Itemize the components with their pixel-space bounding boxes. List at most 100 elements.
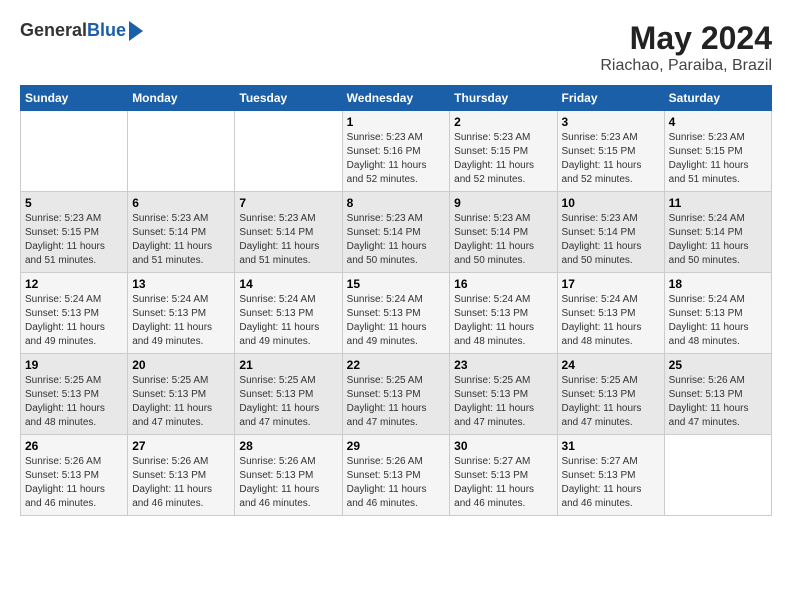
- calendar-week-row: 1 Sunrise: 5:23 AMSunset: 5:16 PMDaylight…: [21, 111, 772, 192]
- calendar-cell: 1 Sunrise: 5:23 AMSunset: 5:16 PMDaylight…: [342, 111, 450, 192]
- header-tuesday: Tuesday: [235, 86, 342, 111]
- day-number: 31: [562, 439, 660, 453]
- header-friday: Friday: [557, 86, 664, 111]
- day-info: Sunrise: 5:24 AMSunset: 5:13 PMDaylight:…: [25, 293, 123, 349]
- calendar-cell: 17 Sunrise: 5:24 AMSunset: 5:13 PMDayligh…: [557, 273, 664, 354]
- logo-general: General: [20, 20, 87, 41]
- day-number: 17: [562, 277, 660, 291]
- calendar-table: Sunday Monday Tuesday Wednesday Thursday…: [20, 85, 772, 516]
- day-number: 30: [454, 439, 552, 453]
- day-info: Sunrise: 5:24 AMSunset: 5:13 PMDaylight:…: [454, 293, 552, 349]
- calendar-cell: 18 Sunrise: 5:24 AMSunset: 5:13 PMDayligh…: [664, 273, 771, 354]
- day-info: Sunrise: 5:23 AMSunset: 5:14 PMDaylight:…: [239, 212, 337, 268]
- day-number: 11: [669, 196, 767, 210]
- day-info: Sunrise: 5:24 AMSunset: 5:13 PMDaylight:…: [562, 293, 660, 349]
- day-number: 8: [347, 196, 446, 210]
- day-number: 24: [562, 358, 660, 372]
- calendar-cell: 29Sunrise: 5:26 AMSunset: 5:13 PMDayligh…: [342, 435, 450, 516]
- day-info: Sunrise: 5:25 AMSunset: 5:13 PMDaylight:…: [454, 374, 552, 430]
- calendar-cell: 20 Sunrise: 5:25 AMSunset: 5:13 PMDayligh…: [128, 354, 235, 435]
- day-number: 9: [454, 196, 552, 210]
- day-number: 6: [132, 196, 230, 210]
- day-number: 25: [669, 358, 767, 372]
- calendar-cell: 13 Sunrise: 5:24 AMSunset: 5:13 PMDayligh…: [128, 273, 235, 354]
- day-number: 15: [347, 277, 446, 291]
- day-info: Sunrise: 5:24 AMSunset: 5:13 PMDaylight:…: [669, 293, 767, 349]
- day-number: 29: [347, 439, 446, 453]
- day-info: Sunrise: 5:27 AMSunset: 5:13 PMDaylight:…: [562, 455, 660, 511]
- day-info: Sunrise: 5:24 AMSunset: 5:13 PMDaylight:…: [132, 293, 230, 349]
- calendar-cell: 26 Sunrise: 5:26 AMSunset: 5:13 PMDayligh…: [21, 435, 128, 516]
- header-wednesday: Wednesday: [342, 86, 450, 111]
- day-number: 26: [25, 439, 123, 453]
- day-number: 1: [347, 115, 446, 129]
- day-number: 14: [239, 277, 337, 291]
- day-info: Sunrise: 5:23 AMSunset: 5:15 PMDaylight:…: [25, 212, 123, 268]
- calendar-cell: 2Sunrise: 5:23 AMSunset: 5:15 PMDaylight…: [450, 111, 557, 192]
- header-sunday: Sunday: [21, 86, 128, 111]
- calendar-week-row: 5Sunrise: 5:23 AMSunset: 5:15 PMDaylight…: [21, 192, 772, 273]
- calendar-cell: 5Sunrise: 5:23 AMSunset: 5:15 PMDaylight…: [21, 192, 128, 273]
- calendar-cell: [235, 111, 342, 192]
- calendar-cell: 8Sunrise: 5:23 AMSunset: 5:14 PMDaylight…: [342, 192, 450, 273]
- day-number: 4: [669, 115, 767, 129]
- day-info: Sunrise: 5:26 AMSunset: 5:13 PMDaylight:…: [669, 374, 767, 430]
- day-number: 21: [239, 358, 337, 372]
- header-saturday: Saturday: [664, 86, 771, 111]
- day-number: 16: [454, 277, 552, 291]
- calendar-week-row: 19 Sunrise: 5:25 AMSunset: 5:13 PMDayligh…: [21, 354, 772, 435]
- day-number: 12: [25, 277, 123, 291]
- day-info: Sunrise: 5:23 AMSunset: 5:14 PMDaylight:…: [132, 212, 230, 268]
- calendar-cell: 25 Sunrise: 5:26 AMSunset: 5:13 PMDayligh…: [664, 354, 771, 435]
- calendar-cell: 9 Sunrise: 5:23 AMSunset: 5:14 PMDaylight…: [450, 192, 557, 273]
- location-subtitle: Riachao, Paraiba, Brazil: [600, 57, 772, 75]
- calendar-cell: 6 Sunrise: 5:23 AMSunset: 5:14 PMDaylight…: [128, 192, 235, 273]
- calendar-cell: 30 Sunrise: 5:27 AMSunset: 5:13 PMDayligh…: [450, 435, 557, 516]
- day-number: 7: [239, 196, 337, 210]
- calendar-cell: [21, 111, 128, 192]
- day-info: Sunrise: 5:26 AMSunset: 5:13 PMDaylight:…: [132, 455, 230, 511]
- calendar-cell: 22Sunrise: 5:25 AMSunset: 5:13 PMDayligh…: [342, 354, 450, 435]
- day-number: 2: [454, 115, 552, 129]
- day-number: 13: [132, 277, 230, 291]
- calendar-cell: 4Sunrise: 5:23 AMSunset: 5:15 PMDaylight…: [664, 111, 771, 192]
- day-number: 19: [25, 358, 123, 372]
- calendar-cell: 10Sunrise: 5:23 AMSunset: 5:14 PMDayligh…: [557, 192, 664, 273]
- day-info: Sunrise: 5:23 AMSunset: 5:15 PMDaylight:…: [562, 131, 660, 187]
- logo-arrow-icon: [129, 21, 143, 41]
- day-info: Sunrise: 5:23 AMSunset: 5:14 PMDaylight:…: [454, 212, 552, 268]
- page-container: General Blue May 2024 Riachao, Paraiba, …: [0, 0, 792, 526]
- calendar-cell: 3Sunrise: 5:23 AMSunset: 5:15 PMDaylight…: [557, 111, 664, 192]
- calendar-cell: 27 Sunrise: 5:26 AMSunset: 5:13 PMDayligh…: [128, 435, 235, 516]
- header-thursday: Thursday: [450, 86, 557, 111]
- header: General Blue May 2024 Riachao, Paraiba, …: [20, 20, 772, 75]
- day-info: Sunrise: 5:25 AMSunset: 5:13 PMDaylight:…: [239, 374, 337, 430]
- logo-blue: Blue: [87, 20, 126, 41]
- day-number: 20: [132, 358, 230, 372]
- calendar-week-row: 26 Sunrise: 5:26 AMSunset: 5:13 PMDayligh…: [21, 435, 772, 516]
- calendar-cell: [664, 435, 771, 516]
- day-info: Sunrise: 5:25 AMSunset: 5:13 PMDaylight:…: [25, 374, 123, 430]
- day-info: Sunrise: 5:26 AMSunset: 5:13 PMDaylight:…: [25, 455, 123, 511]
- calendar-week-row: 12 Sunrise: 5:24 AMSunset: 5:13 PMDayligh…: [21, 273, 772, 354]
- calendar-cell: 19 Sunrise: 5:25 AMSunset: 5:13 PMDayligh…: [21, 354, 128, 435]
- month-year-title: May 2024: [600, 20, 772, 57]
- day-info: Sunrise: 5:23 AMSunset: 5:16 PMDaylight:…: [347, 131, 446, 187]
- day-info: Sunrise: 5:25 AMSunset: 5:13 PMDaylight:…: [132, 374, 230, 430]
- day-info: Sunrise: 5:27 AMSunset: 5:13 PMDaylight:…: [454, 455, 552, 511]
- calendar-cell: 16 Sunrise: 5:24 AMSunset: 5:13 PMDayligh…: [450, 273, 557, 354]
- calendar-cell: 14Sunrise: 5:24 AMSunset: 5:13 PMDayligh…: [235, 273, 342, 354]
- calendar-cell: 7 Sunrise: 5:23 AMSunset: 5:14 PMDaylight…: [235, 192, 342, 273]
- day-info: Sunrise: 5:26 AMSunset: 5:13 PMDaylight:…: [239, 455, 337, 511]
- calendar-cell: 31 Sunrise: 5:27 AMSunset: 5:13 PMDayligh…: [557, 435, 664, 516]
- day-number: 10: [562, 196, 660, 210]
- day-info: Sunrise: 5:24 AMSunset: 5:13 PMDaylight:…: [347, 293, 446, 349]
- day-number: 27: [132, 439, 230, 453]
- calendar-cell: 15 Sunrise: 5:24 AMSunset: 5:13 PMDayligh…: [342, 273, 450, 354]
- calendar-cell: 12 Sunrise: 5:24 AMSunset: 5:13 PMDayligh…: [21, 273, 128, 354]
- header-monday: Monday: [128, 86, 235, 111]
- title-section: May 2024 Riachao, Paraiba, Brazil: [600, 20, 772, 75]
- calendar-cell: 21 Sunrise: 5:25 AMSunset: 5:13 PMDayligh…: [235, 354, 342, 435]
- day-number: 18: [669, 277, 767, 291]
- day-number: 23: [454, 358, 552, 372]
